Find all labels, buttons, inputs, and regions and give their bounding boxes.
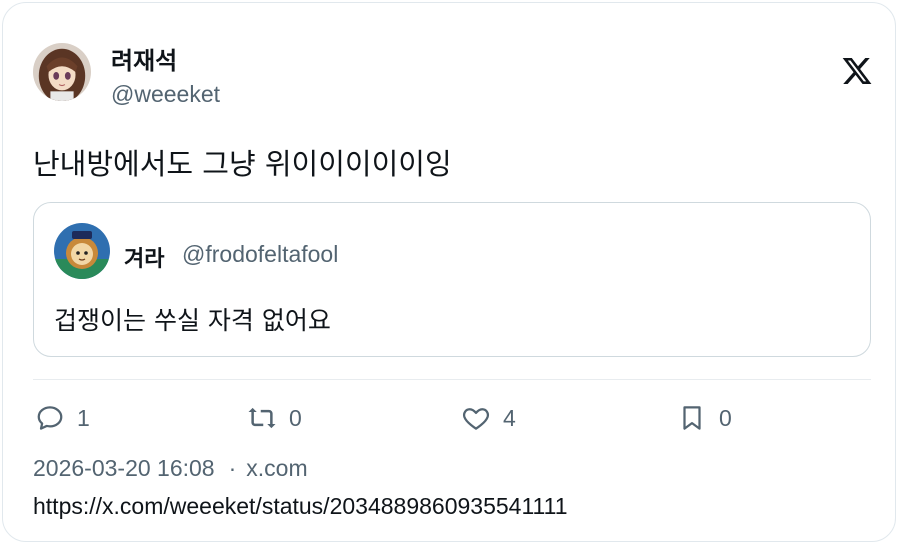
tweet-text: 난내방에서도 그냥 위이이이이이잉 (33, 147, 452, 181)
quoted-text: 겁쟁이는 쑤실 자격 없어요 (54, 306, 331, 335)
author-handle[interactable]: @weeeket (111, 81, 220, 108)
tweet-card: 려재석 @weeeket 난내방에서도 그냥 위이이이이이잉 겨라 @frodo… (2, 2, 896, 542)
reply-count: 1 (77, 404, 90, 431)
reply-button[interactable]: 1 (35, 401, 90, 435)
quoted-handle[interactable]: @frodofeltafool (182, 241, 338, 268)
anime-girl-avatar-image (33, 43, 91, 101)
x-logo-icon[interactable] (841, 55, 873, 87)
retweet-count: 0 (289, 404, 302, 431)
like-count: 4 (503, 404, 516, 431)
retweet-button[interactable]: 0 (247, 401, 302, 435)
author-avatar[interactable] (33, 43, 91, 101)
bookmark-button[interactable]: 0 (677, 401, 732, 435)
cartoon-lion-avatar-image (54, 223, 110, 279)
quoted-author-avatar[interactable] (54, 223, 110, 279)
timestamp[interactable]: 2026-03-20 16:08 (33, 455, 215, 482)
divider (33, 379, 871, 380)
bookmark-icon (683, 406, 701, 430)
tweet-url[interactable]: https://x.com/weeeket/status/20348898609… (33, 493, 568, 520)
quoted-display-name[interactable]: 겨라 (124, 241, 164, 273)
heart-icon (463, 408, 489, 430)
meta-separator: · (228, 455, 237, 481)
bookmark-count: 0 (719, 404, 732, 431)
author-display-name[interactable]: 려재석 (111, 41, 177, 76)
tweet-meta: 2026-03-20 16:08 · x.com (33, 455, 308, 482)
source-label[interactable]: x.com (246, 455, 307, 482)
reply-icon (37, 406, 63, 430)
like-button[interactable]: 4 (461, 401, 516, 435)
quoted-tweet[interactable]: 겨라 @frodofeltafool 겁쟁이는 쑤실 자격 없어요 (33, 202, 871, 357)
retweet-icon (248, 407, 276, 429)
